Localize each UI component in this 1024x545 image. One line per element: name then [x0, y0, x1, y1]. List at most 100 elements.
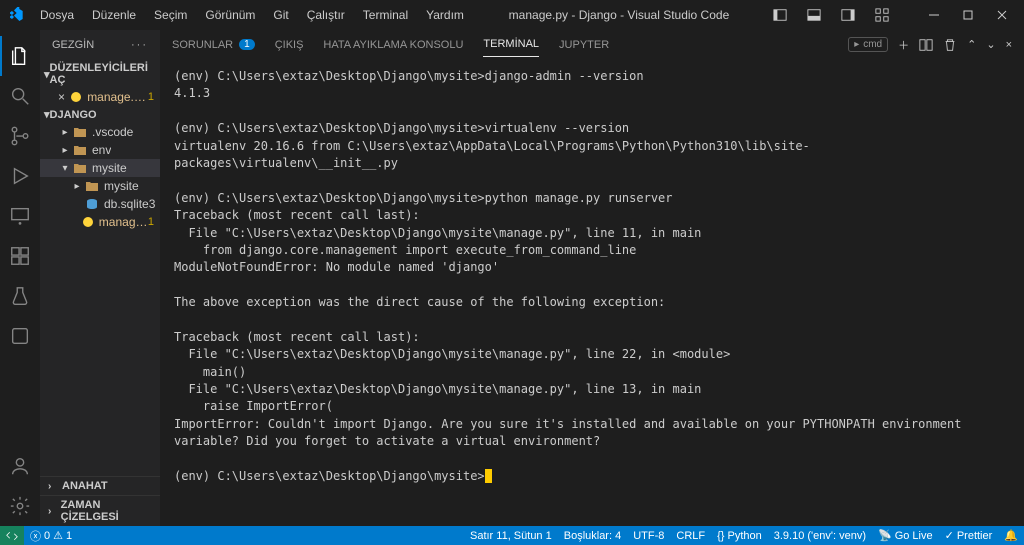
modified-badge: 1: [148, 216, 154, 228]
remote-indicator[interactable]: [0, 526, 24, 545]
terminal-output[interactable]: (env) C:\Users\extaz\Desktop\Django\mysi…: [160, 60, 1024, 526]
open-file-label: manage.py...: [87, 90, 148, 104]
cmd-icon: ▸: [854, 39, 859, 50]
folder-icon: [72, 126, 88, 138]
customize-layout-icon[interactable]: [868, 1, 896, 29]
remote-explorer-icon[interactable]: [0, 196, 40, 236]
sidebar-title: GEZGİN: [52, 39, 94, 51]
notifications-icon[interactable]: 🔔: [998, 529, 1024, 542]
search-icon[interactable]: [0, 76, 40, 116]
run-debug-icon[interactable]: [0, 156, 40, 196]
terminal-prompt: (env) C:\Users\extaz\Desktop\Django\mysi…: [174, 469, 485, 483]
folder-item[interactable]: ▸mysite: [40, 177, 160, 195]
outline-label: ANAHAT: [62, 480, 108, 492]
open-editors-label: DÜZENLEYİCİLERİ AÇ: [50, 62, 156, 86]
chevron-down-icon[interactable]: ⌄: [986, 38, 995, 51]
go-live[interactable]: 📡Go Live: [872, 529, 939, 542]
folder-item[interactable]: ▸env: [40, 141, 160, 159]
menu-run[interactable]: Çalıştır: [299, 4, 353, 26]
tab-label: HATA AYIKLAMA KONSOLU: [323, 39, 463, 51]
item-label: db.sqlite3: [104, 197, 155, 211]
explorer-sidebar: GEZGİN ··· ▾DÜZENLEYİCİLERİ AÇ × manage.…: [40, 30, 160, 526]
menu-go[interactable]: Git: [265, 4, 296, 26]
minimize-icon[interactable]: [920, 1, 948, 29]
project-label: DJANGO: [50, 109, 97, 121]
terminal-shell-selector[interactable]: ▸ cmd: [848, 37, 888, 52]
toggle-sidebar-icon[interactable]: [766, 1, 794, 29]
menu-help[interactable]: Yardım: [418, 4, 472, 26]
lang-label: Python: [727, 530, 761, 542]
file-py-icon: [82, 216, 95, 228]
language-mode[interactable]: {}Python: [711, 530, 768, 542]
vscode-icon: [8, 7, 24, 23]
error-icon: ⓧ: [30, 528, 41, 544]
outline-section[interactable]: ›ANAHAT: [40, 476, 160, 495]
panel-tab-hata ayiklama konsolu[interactable]: HATA AYIKLAMA KONSOLU: [323, 32, 463, 57]
title-bar: Dosya Düzenle Seçim Görünüm Git Çalıştır…: [0, 0, 1024, 30]
encoding[interactable]: UTF-8: [627, 530, 670, 542]
file-db-icon: [84, 198, 100, 210]
kill-terminal-icon[interactable]: [943, 38, 957, 52]
problems-indicator[interactable]: ⓧ0 ⚠1: [24, 528, 78, 544]
open-editors-section[interactable]: ▾DÜZENLEYİCİLERİ AÇ: [40, 60, 160, 88]
indentation[interactable]: Boşluklar: 4: [558, 530, 627, 542]
more-icon[interactable]: ···: [131, 39, 148, 51]
new-terminal-icon[interactable]: ＋: [898, 37, 909, 53]
maximize-icon[interactable]: [954, 1, 982, 29]
menu-file[interactable]: Dosya: [32, 4, 82, 26]
menu-view[interactable]: Görünüm: [197, 4, 263, 26]
timeline-section[interactable]: ›ZAMAN ÇİZELGESİ: [40, 495, 160, 526]
python-file-icon: [69, 91, 83, 103]
panel-tab-jupyter[interactable]: JUPYTER: [559, 32, 609, 57]
file-item[interactable]: db.sqlite3: [40, 195, 160, 213]
open-editor-file[interactable]: × manage.py... 1: [40, 88, 160, 106]
prettier[interactable]: ✓Prettier: [939, 529, 999, 542]
toggle-panel-icon[interactable]: [800, 1, 828, 29]
settings-icon[interactable]: [0, 486, 40, 526]
folder-item[interactable]: ▾mysite: [40, 159, 160, 177]
close-panel-icon[interactable]: ×: [1006, 39, 1012, 51]
status-bar: ⓧ0 ⚠1 Satır 11, Sütun 1 Boşluklar: 4 UTF…: [0, 526, 1024, 545]
folder-icon: [72, 144, 88, 156]
braces-icon: {}: [717, 530, 724, 542]
accounts-icon[interactable]: [0, 446, 40, 486]
testing-icon[interactable]: [0, 276, 40, 316]
editor-area: SORUNLAR1 ÇIKIŞ HATA AYIKLAMA KONSOLU TERMİ…: [160, 30, 1024, 526]
golive-label: Go Live: [895, 530, 933, 542]
cursor-position[interactable]: Satır 11, Sütun 1: [464, 530, 558, 542]
menu-terminal[interactable]: Terminal: [355, 4, 416, 26]
panel-tab-sorunlar[interactable]: SORUNLAR1: [172, 32, 255, 57]
menu-edit[interactable]: Düzenle: [84, 4, 144, 26]
extensions-icon[interactable]: [0, 236, 40, 276]
broadcast-icon: 📡: [878, 529, 892, 542]
activity-bar: [0, 30, 40, 526]
folder-item[interactable]: ▸.vscode: [40, 123, 160, 141]
eol[interactable]: CRLF: [670, 530, 711, 542]
check-icon: ✓: [945, 529, 954, 542]
python-interpreter[interactable]: 3.9.10 ('env': venv): [768, 530, 872, 542]
maximize-panel-icon[interactable]: ⌃: [967, 38, 976, 51]
item-label: manage.py: [99, 215, 148, 229]
panel-tab-çikiş[interactable]: ÇIKIŞ: [275, 32, 304, 57]
explorer-tree: ▾DÜZENLEYİCİLERİ AÇ × manage.py... 1 ▾DJ…: [40, 60, 160, 476]
panel-tab-termi̇nal[interactable]: TERMİNAL: [483, 32, 539, 57]
shell-name: cmd: [863, 39, 882, 50]
menu-selection[interactable]: Seçim: [146, 4, 195, 26]
explorer-icon[interactable]: [0, 36, 40, 76]
sidebar-header: GEZGİN ···: [40, 30, 160, 60]
close-icon[interactable]: [988, 1, 1016, 29]
close-editor-icon[interactable]: ×: [58, 90, 65, 104]
toggle-secondary-sidebar-icon[interactable]: [834, 1, 862, 29]
timeline-label: ZAMAN ÇİZELGESİ: [61, 499, 152, 523]
tab-label: ÇIKIŞ: [275, 39, 304, 51]
item-label: env: [92, 143, 111, 157]
error-count: 0: [44, 530, 50, 542]
project-section[interactable]: ▾DJANGO: [40, 106, 160, 123]
source-control-icon[interactable]: [0, 116, 40, 156]
tab-label: JUPYTER: [559, 39, 609, 51]
tab-label: TERMİNAL: [483, 38, 539, 50]
split-terminal-icon[interactable]: [919, 38, 933, 52]
file-item[interactable]: manage.py1: [40, 213, 160, 231]
main-menu: Dosya Düzenle Seçim Görünüm Git Çalıştır…: [32, 4, 472, 26]
jupyter-icon[interactable]: [0, 316, 40, 356]
